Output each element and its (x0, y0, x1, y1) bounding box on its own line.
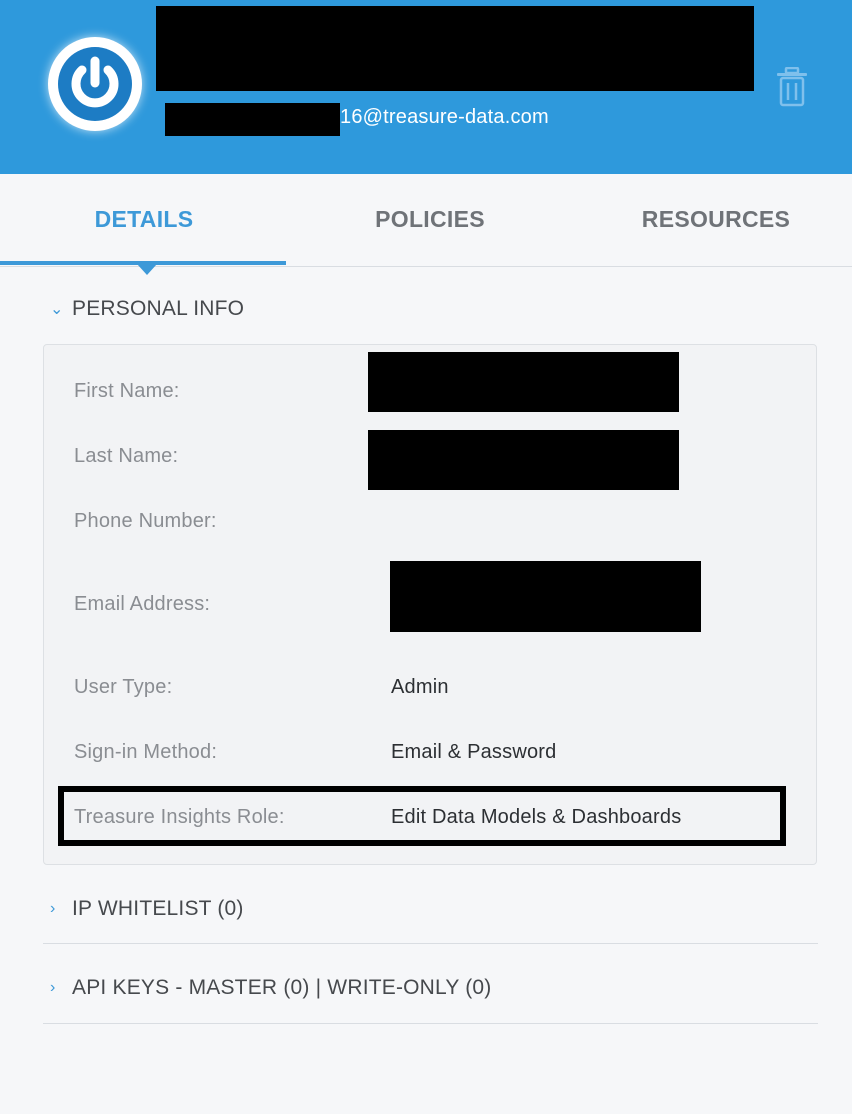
email-address-label: Email Address: (74, 593, 211, 615)
redacted-email-prefix (165, 103, 340, 136)
api-keys-title: API KEYS - MASTER (0) | WRITE-ONLY (0) (72, 976, 492, 999)
user-header: 16@treasure-data.com (0, 0, 852, 174)
avatar (48, 37, 142, 131)
api-keys-toggle[interactable]: › API KEYS - MASTER (0) | WRITE-ONLY (0) (50, 968, 492, 1008)
sign-in-method-value: Email & Password (391, 741, 557, 763)
sign-in-method-label: Sign-in Method: (74, 741, 218, 763)
redacted-last-name (368, 430, 679, 490)
personal-info-title: PERSONAL INFO (72, 297, 245, 320)
ip-whitelist-title: IP WHITELIST (0) (72, 897, 244, 920)
redacted-first-name (368, 352, 679, 412)
redacted-email-address (390, 561, 701, 632)
tab-details[interactable]: DETAILS (2, 174, 286, 264)
divider (43, 1023, 818, 1024)
delete-user-button[interactable] (774, 66, 810, 107)
last-name-label: Last Name: (74, 445, 179, 467)
divider (43, 943, 818, 944)
redacted-user-name (156, 6, 754, 91)
user-type-value: Admin (391, 676, 449, 698)
active-tab-caret (137, 264, 157, 275)
user-type-label: User Type: (74, 676, 173, 698)
insights-role-value: Edit Data Models & Dashboards (391, 806, 682, 828)
first-name-label: First Name: (74, 380, 180, 402)
ip-whitelist-toggle[interactable]: › IP WHITELIST (0) (50, 889, 244, 929)
phone-number-label: Phone Number: (74, 510, 217, 532)
chevron-right-icon: › (50, 979, 56, 996)
chevron-down-icon: ⌄ (50, 301, 64, 318)
chevron-right-icon: › (50, 900, 56, 917)
personal-info-toggle[interactable]: ⌄ PERSONAL INFO (50, 289, 244, 329)
tab-bar: DETAILS POLICIES RESOURCES (0, 174, 852, 267)
insights-role-label: Treasure Insights Role: (74, 806, 285, 828)
user-email: 16@treasure-data.com (340, 106, 549, 128)
tab-resources[interactable]: RESOURCES (574, 174, 852, 264)
trash-icon (777, 66, 807, 107)
tab-policies[interactable]: POLICIES (288, 174, 572, 264)
power-icon (58, 47, 132, 121)
